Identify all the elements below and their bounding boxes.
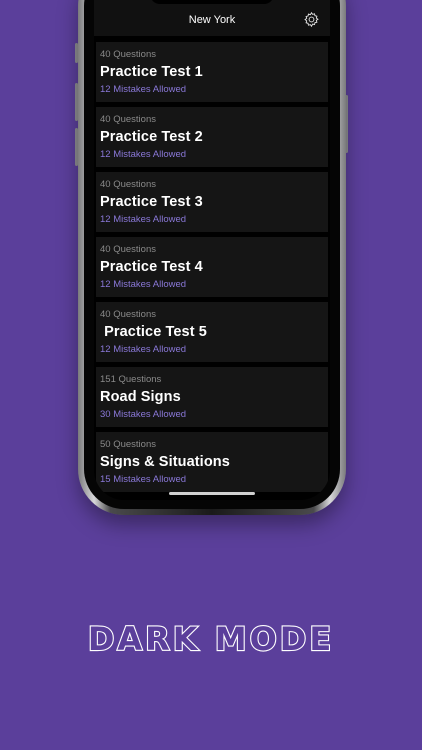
test-title: Practice Test 2: [100, 129, 203, 145]
test-card-signs-situations[interactable]: 50 Questions Signs & Situations 15 Mista…: [96, 432, 328, 492]
question-count: 40 Questions: [100, 309, 156, 320]
question-count: 50 Questions: [100, 439, 156, 450]
test-title: Practice Test 5: [100, 324, 207, 340]
test-card-road-signs[interactable]: 151 Questions Road Signs 30 Mistakes All…: [96, 367, 328, 427]
nav-bar: New York: [94, 0, 330, 36]
question-count: 40 Questions: [100, 244, 156, 255]
mistakes-allowed: 12 Mistakes Allowed: [100, 149, 187, 160]
mistakes-allowed: 12 Mistakes Allowed: [100, 214, 187, 225]
mistakes-allowed: 12 Mistakes Allowed: [100, 84, 187, 95]
mistakes-allowed: 15 Mistakes Allowed: [100, 474, 187, 485]
test-title: Practice Test 4: [100, 259, 203, 275]
page-title: New York: [188, 14, 236, 26]
mistakes-allowed: 12 Mistakes Allowed: [100, 279, 187, 290]
test-list: 40 Questions Practice Test 1 12 Mistakes…: [96, 42, 328, 497]
test-card-practice-1[interactable]: 40 Questions Practice Test 1 12 Mistakes…: [96, 42, 328, 102]
question-count: 40 Questions: [100, 114, 156, 125]
test-title: Signs & Situations: [100, 454, 230, 470]
dark-mode-caption: DARK MODE: [87, 619, 335, 659]
test-card-practice-3[interactable]: 40 Questions Practice Test 3 12 Mistakes…: [96, 172, 328, 232]
question-count: 151 Questions: [100, 374, 162, 385]
test-title: Practice Test 1: [100, 64, 203, 80]
gear-icon[interactable]: [303, 11, 320, 28]
question-count: 40 Questions: [100, 179, 156, 190]
app-screen: New York 40 Questions Practice Test 1 12…: [94, 0, 330, 500]
notch: [150, 0, 274, 4]
home-indicator: [169, 492, 255, 495]
test-card-practice-2[interactable]: 40 Questions Practice Test 2 12 Mistakes…: [96, 107, 328, 167]
test-card-practice-4[interactable]: 40 Questions Practice Test 4 12 Mistakes…: [96, 237, 328, 297]
test-title: Practice Test 3: [100, 194, 203, 210]
test-title: Road Signs: [100, 389, 181, 405]
question-count: 40 Questions: [100, 49, 156, 60]
mistakes-allowed: 12 Mistakes Allowed: [100, 344, 187, 355]
mistakes-allowed: 30 Mistakes Allowed: [100, 409, 187, 420]
test-card-practice-5[interactable]: 40 Questions Practice Test 5 12 Mistakes…: [96, 302, 328, 362]
